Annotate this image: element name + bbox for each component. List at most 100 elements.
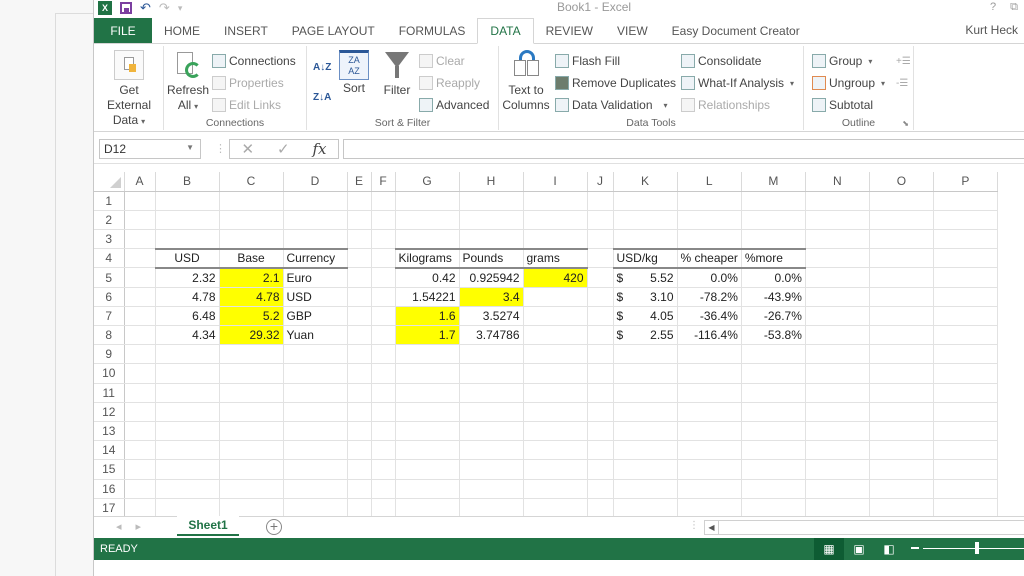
cell-f9[interactable] xyxy=(371,344,396,365)
cell-f17[interactable] xyxy=(371,498,396,516)
row-header-15[interactable]: 15 xyxy=(94,459,125,480)
cell-g15[interactable] xyxy=(395,459,460,480)
cell-g16[interactable] xyxy=(395,479,460,499)
tab-insert[interactable]: INSERT xyxy=(212,18,280,43)
cell-j1[interactable] xyxy=(587,191,614,211)
cell-o15[interactable] xyxy=(869,459,934,480)
cell-f5[interactable] xyxy=(371,267,396,288)
cell-k4[interactable]: USD/kg xyxy=(613,247,678,269)
cell-m12[interactable] xyxy=(741,402,806,422)
cell-g7[interactable]: 1.6 xyxy=(395,306,460,327)
column-header-b[interactable]: B xyxy=(155,172,220,192)
cell-l14[interactable] xyxy=(677,440,742,461)
cell-j14[interactable] xyxy=(587,440,614,461)
cell-c4[interactable]: Base xyxy=(219,247,284,269)
tab-review[interactable]: REVIEW xyxy=(534,18,605,43)
edit-links-button[interactable]: Edit Links xyxy=(212,96,281,114)
cell-e4[interactable] xyxy=(347,248,372,269)
insert-function-icon[interactable]: fx xyxy=(313,140,327,158)
cell-h15[interactable] xyxy=(459,459,524,480)
cell-i5[interactable]: 420 xyxy=(523,267,588,288)
horizontal-scrollbar[interactable]: ◀ xyxy=(704,520,1024,535)
cell-c10[interactable] xyxy=(219,363,284,384)
cell-b10[interactable] xyxy=(155,363,220,384)
cell-f4[interactable] xyxy=(371,248,396,269)
cell-l1[interactable] xyxy=(677,191,742,211)
cell-n10[interactable] xyxy=(805,363,870,384)
cell-l7[interactable]: -36.4% xyxy=(677,306,742,327)
clear-filter-button[interactable]: Clear xyxy=(419,52,465,70)
cell-c16[interactable] xyxy=(219,479,284,499)
cell-a5[interactable] xyxy=(124,267,156,288)
column-header-k[interactable]: K xyxy=(613,172,678,192)
cell-n2[interactable] xyxy=(805,210,870,231)
cell-f15[interactable] xyxy=(371,459,396,480)
cell-g1[interactable] xyxy=(395,191,460,211)
cell-i10[interactable] xyxy=(523,363,588,384)
cell-e14[interactable] xyxy=(347,440,372,461)
cell-a8[interactable] xyxy=(124,325,156,346)
cell-p12[interactable] xyxy=(933,402,998,422)
cell-m15[interactable] xyxy=(741,459,806,480)
cell-f8[interactable] xyxy=(371,325,396,346)
column-header-l[interactable]: L xyxy=(677,172,742,192)
cell-l11[interactable] xyxy=(677,383,742,403)
cell-b11[interactable] xyxy=(155,383,220,403)
cell-d1[interactable] xyxy=(283,191,348,211)
undo-icon[interactable]: ↶ xyxy=(140,1,151,15)
column-header-h[interactable]: H xyxy=(459,172,524,192)
cell-i15[interactable] xyxy=(523,459,588,480)
cell-d11[interactable] xyxy=(283,383,348,403)
refresh-all-button[interactable]: Refresh All ▾ xyxy=(166,50,210,114)
remove-duplicates-button[interactable]: Remove Duplicates xyxy=(555,74,676,92)
row-header-11[interactable]: 11 xyxy=(94,383,125,403)
cell-j15[interactable] xyxy=(587,459,614,480)
cell-d6[interactable]: USD xyxy=(283,287,348,307)
cell-d7[interactable]: GBP xyxy=(283,306,348,327)
cell-i6[interactable] xyxy=(523,287,588,307)
cell-p1[interactable] xyxy=(933,191,998,211)
cell-i9[interactable] xyxy=(523,344,588,365)
page-break-preview-icon[interactable]: ◧ xyxy=(874,538,904,560)
cell-l10[interactable] xyxy=(677,363,742,384)
cell-m7[interactable]: -26.7% xyxy=(741,306,806,327)
cell-b14[interactable] xyxy=(155,440,220,461)
cell-l6[interactable]: -78.2% xyxy=(677,287,742,307)
cell-k16[interactable] xyxy=(613,479,678,499)
cell-k8[interactable]: $2.55 xyxy=(613,325,678,346)
cell-c13[interactable] xyxy=(219,421,284,442)
cell-j12[interactable] xyxy=(587,402,614,422)
cell-j9[interactable] xyxy=(587,344,614,365)
cell-f1[interactable] xyxy=(371,191,396,211)
cell-l5[interactable]: 0.0% xyxy=(677,267,742,288)
cell-p4[interactable] xyxy=(933,248,998,269)
cell-f2[interactable] xyxy=(371,210,396,231)
show-detail-button[interactable]: +☰ xyxy=(896,52,911,70)
redo-icon[interactable]: ↷ xyxy=(159,1,170,15)
cell-a9[interactable] xyxy=(124,344,156,365)
ungroup-button[interactable]: Ungroup ▾ xyxy=(812,74,885,92)
cell-o16[interactable] xyxy=(869,479,934,499)
cell-e11[interactable] xyxy=(347,383,372,403)
cell-n5[interactable] xyxy=(805,267,870,288)
cell-l3[interactable] xyxy=(677,229,742,250)
cell-j7[interactable] xyxy=(587,306,614,327)
tab-easy-document-creator[interactable]: Easy Document Creator xyxy=(660,18,812,43)
column-header-a[interactable]: A xyxy=(124,172,156,192)
cell-l13[interactable] xyxy=(677,421,742,442)
cell-i7[interactable] xyxy=(523,306,588,327)
cell-c2[interactable] xyxy=(219,210,284,231)
reapply-button[interactable]: Reapply xyxy=(419,74,480,92)
cell-e16[interactable] xyxy=(347,479,372,499)
cell-i13[interactable] xyxy=(523,421,588,442)
cell-n3[interactable] xyxy=(805,229,870,250)
cell-i17[interactable] xyxy=(523,498,588,516)
cell-n11[interactable] xyxy=(805,383,870,403)
cell-c11[interactable] xyxy=(219,383,284,403)
formula-input[interactable] xyxy=(343,139,1024,159)
cell-l17[interactable] xyxy=(677,498,742,516)
cell-n13[interactable] xyxy=(805,421,870,442)
sort-z-to-a-button[interactable]: Z↓A xyxy=(313,88,331,106)
cell-j6[interactable] xyxy=(587,287,614,307)
outline-dialog-launcher-icon[interactable]: ⬊ xyxy=(902,119,909,128)
